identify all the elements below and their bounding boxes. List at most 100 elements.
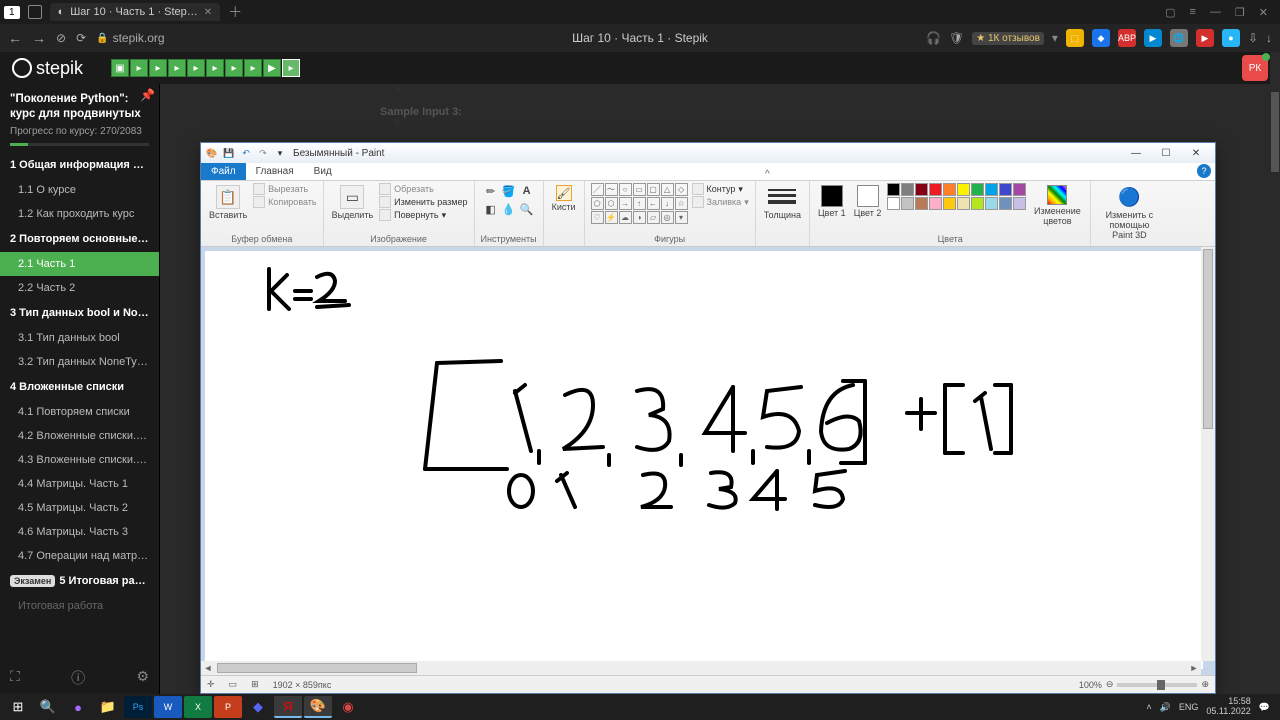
taskbar-app3[interactable]: ◉ xyxy=(334,696,362,718)
paint-titlebar[interactable]: 🎨 💾 ↶ ↷ ▾ Безымянный - Paint — ☐ ✕ xyxy=(201,143,1215,163)
palette-color[interactable] xyxy=(971,197,984,210)
copy-button[interactable]: Копировать xyxy=(253,196,316,208)
paint-app-icon[interactable]: 🎨 xyxy=(205,146,219,160)
rotate-button[interactable]: Повернуть ▾ xyxy=(379,209,467,221)
qat-dropdown-icon[interactable]: ▾ xyxy=(273,146,287,160)
paste-button[interactable]: 📋 Вставить xyxy=(207,183,249,222)
taskbar-ps[interactable]: Ps xyxy=(124,696,152,718)
paint-hscrollbar[interactable]: ◄► xyxy=(201,661,1201,675)
fillshape-button[interactable]: Заливка ▾ xyxy=(692,196,749,208)
taskbar-paint[interactable]: 🎨 xyxy=(304,696,332,718)
ext-icon-6[interactable]: ▶ xyxy=(1196,29,1214,47)
palette-color[interactable] xyxy=(887,197,900,210)
sidebar-item[interactable]: 4.4 Матрицы. Часть 1 xyxy=(0,472,159,496)
sidebar-item-active[interactable]: 2.1 Часть 1 xyxy=(0,252,159,276)
section-header[interactable]: 1 Общая информация о ку… xyxy=(0,152,159,178)
text-tool[interactable]: A xyxy=(519,183,535,199)
paint3d-button[interactable]: 🔵 Изменить с помощью Paint 3D xyxy=(1097,183,1161,242)
step-block[interactable]: ▸ xyxy=(244,59,262,77)
close-icon[interactable]: ✕ xyxy=(1259,6,1268,19)
zoom-tool[interactable]: 🔍 xyxy=(519,201,535,217)
ribbon-min-icon[interactable]: ^ xyxy=(765,169,770,180)
ext-globe-icon[interactable]: 🌐 xyxy=(1170,29,1188,47)
taskbar-ppt[interactable]: P xyxy=(214,696,242,718)
sidebar-item[interactable]: 4.7 Операции над матрица… xyxy=(0,544,159,568)
section-header[interactable]: 2 Повторяем основные ко… xyxy=(0,226,159,252)
tray-notifications-icon[interactable]: 💬 xyxy=(1259,702,1270,713)
resize-button[interactable]: Изменить размер xyxy=(379,196,467,208)
zoom-in-button[interactable]: ⊕ xyxy=(1201,679,1209,690)
tray-lang[interactable]: ENG xyxy=(1179,702,1199,712)
crop-button[interactable]: Обрезать xyxy=(379,183,467,195)
palette-color[interactable] xyxy=(929,197,942,210)
taskbar-yandex[interactable]: Я xyxy=(274,696,302,718)
palette-color[interactable] xyxy=(957,183,970,196)
palette-color[interactable] xyxy=(901,197,914,210)
sidebar-item[interactable]: 4.5 Матрицы. Часть 2 xyxy=(0,496,159,520)
sidebar-item[interactable]: 1.1 О курсе xyxy=(0,178,159,202)
paint-close-button[interactable]: ✕ xyxy=(1181,145,1211,161)
headphones-icon[interactable]: 🎧 xyxy=(926,31,941,45)
palette-color[interactable] xyxy=(943,197,956,210)
zoom-slider[interactable] xyxy=(1117,683,1197,687)
color2-button[interactable]: Цвет 2 xyxy=(852,183,884,220)
taskbar-excel[interactable]: X xyxy=(184,696,212,718)
palette-color[interactable] xyxy=(915,183,928,196)
new-tab-button[interactable]: ＋ xyxy=(228,2,242,22)
palette-color[interactable] xyxy=(943,183,956,196)
ext-icon-1[interactable]: ⬚ xyxy=(1066,29,1084,47)
stepik-logo[interactable]: stepik xyxy=(12,58,83,79)
step-block[interactable]: ▸ xyxy=(187,59,205,77)
step-block[interactable]: ▸ xyxy=(130,59,148,77)
palette-color[interactable] xyxy=(957,197,970,210)
tray-chevron-icon[interactable]: ˄ xyxy=(1146,702,1151,712)
cut-button[interactable]: Вырезать xyxy=(253,183,316,195)
search-button[interactable]: 🔍 xyxy=(34,696,62,718)
bookmark-icon[interactable]: ▾ xyxy=(1052,31,1058,45)
paint-maximize-button[interactable]: ☐ xyxy=(1151,145,1181,161)
stop-icon[interactable]: ⊘ xyxy=(56,31,66,45)
downloads-icon[interactable]: ⇩ xyxy=(1248,31,1258,45)
browser-scrollbar[interactable] xyxy=(1270,52,1280,694)
ext-icon-2[interactable]: ◆ xyxy=(1092,29,1110,47)
sidebar-item[interactable]: Итоговая работа xyxy=(0,594,159,618)
palette-color[interactable] xyxy=(929,183,942,196)
palette-color[interactable] xyxy=(999,183,1012,196)
start-button[interactable]: ⊞ xyxy=(4,696,32,718)
avatar[interactable]: РК xyxy=(1242,55,1268,81)
ext-abp[interactable]: ABP xyxy=(1118,29,1136,47)
palette-color[interactable] xyxy=(1013,183,1026,196)
url-bar[interactable]: 🔒 stepik.org xyxy=(96,31,164,45)
sidebar-item[interactable]: 3.2 Тип данных NoneType xyxy=(0,350,159,374)
settings-icon[interactable]: ⚙ xyxy=(136,668,149,688)
download-arrow-icon[interactable]: ↓ xyxy=(1266,31,1272,45)
fill-tool[interactable]: 🪣 xyxy=(501,183,517,199)
taskbar-app[interactable]: ● xyxy=(64,696,92,718)
taskbar-word[interactable]: W xyxy=(154,696,182,718)
reload-icon[interactable]: ⟳ xyxy=(76,31,86,45)
step-block[interactable]: ▸ xyxy=(206,59,224,77)
tab-file[interactable]: Файл xyxy=(201,163,246,180)
redo-icon[interactable]: ↷ xyxy=(256,146,270,160)
save-icon[interactable]: 💾 xyxy=(222,146,236,160)
pin-icon[interactable]: 📌 xyxy=(140,88,155,102)
brush-button[interactable]: 🖌 Кисти xyxy=(550,183,578,214)
section-header[interactable]: 4 Вложенные списки xyxy=(0,374,159,400)
shapes-gallery[interactable]: ／〜○▭▢△◇ ⬠⬡→↑←↓☆ ♡⚡☁◑▱◎▾ xyxy=(591,183,688,224)
tabs-icon[interactable] xyxy=(28,5,42,19)
paint-vscrollbar[interactable] xyxy=(1201,247,1215,661)
palette-color[interactable] xyxy=(985,197,998,210)
zoom-out-button[interactable]: ⊖ xyxy=(1106,679,1114,690)
edit-colors-button[interactable]: Изменение цветов xyxy=(1030,183,1084,228)
tab-home[interactable]: Главная xyxy=(246,163,304,180)
select-button[interactable]: ▭ Выделить xyxy=(330,183,376,222)
shield-icon[interactable]: 🛡 xyxy=(949,31,964,45)
thickness-button[interactable]: Толщина xyxy=(762,183,803,222)
sidebar-item[interactable]: 4.3 Вложенные списки. Ча… xyxy=(0,448,159,472)
panel-icon[interactable]: ▢ xyxy=(1165,6,1175,19)
step-block[interactable]: ▣ xyxy=(111,59,129,77)
step-block[interactable]: ▸ xyxy=(168,59,186,77)
step-block[interactable]: ▸ xyxy=(149,59,167,77)
palette-color[interactable] xyxy=(971,183,984,196)
menu-icon[interactable]: ≡ xyxy=(1189,6,1195,19)
